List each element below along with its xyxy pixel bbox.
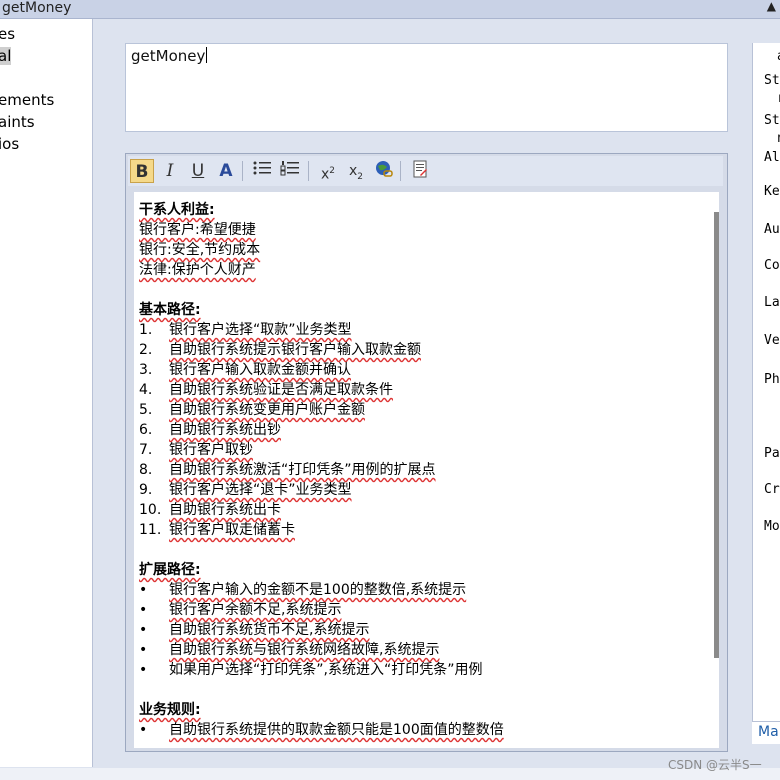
superscript-button[interactable]: x2 [316, 159, 340, 183]
property-label: Al [764, 150, 780, 165]
scroll-up-arrow-icon[interactable]: ▲ [767, 0, 776, 13]
numbered-list-icon [280, 161, 299, 176]
right-properties-panel: a St r St n Al Ke Au Co La Ve Ph Pa Cr M… [752, 43, 780, 743]
text-line: 银行客户:希望便捷 [139, 222, 256, 238]
stakeholders-heading: 干系人利益: [139, 202, 215, 218]
property-label: St [764, 73, 780, 88]
font-color-icon: A [219, 161, 233, 181]
subscript-mark: 2 [357, 171, 364, 182]
property-label: Cr [764, 482, 780, 497]
name-input[interactable]: getMoney [125, 43, 728, 132]
list-item: 1. 银行客户选择“取款”业务类型 [139, 322, 352, 338]
properties-tab[interactable]: Ma [752, 721, 780, 744]
basic-path-heading: 基本路径: [139, 302, 201, 318]
bullet-item: • 银行客户输入的金额不是100的整数倍,系统提示 [139, 582, 467, 598]
font-color-button[interactable]: A [214, 159, 238, 183]
toolbar-separator [400, 161, 401, 181]
tree-item[interactable]: ements [0, 91, 54, 109]
rich-text-editor: B I U A x2 x2 干系人利益: 银行客户:希望便捷 银行:安全,节约成… [125, 153, 728, 752]
watermark: CSDN @云半S一 [668, 758, 762, 772]
text-line: 银行:安全,节约成本 [139, 242, 261, 258]
list-item: 11. 银行客户取走储蓄卡 [139, 522, 295, 538]
list-item: 3. 银行客户输入取款金额并确认 [139, 362, 351, 378]
text-caret [206, 47, 208, 63]
text-line: 法律:保护个人财产 [139, 262, 256, 278]
name-input-value: getMoney [131, 47, 208, 65]
globe-link-icon [376, 161, 393, 177]
left-tree-panel: es al ements aints ios [0, 19, 93, 767]
list-item: 2. 自助银行系统提示银行客户输入取款金额 [139, 342, 421, 358]
property-label: Ve [764, 333, 780, 348]
property-label: Ph [764, 372, 780, 387]
numbered-list-button[interactable] [278, 159, 302, 183]
tree-item-selected[interactable]: al [0, 47, 12, 65]
list-item: 8. 自助银行系统激活“打印凭条”用例的扩展点 [139, 462, 436, 478]
insert-link-button[interactable] [372, 159, 396, 183]
tree-item[interactable]: aints [0, 113, 35, 131]
property-label: Co [764, 258, 780, 273]
list-item: 9. 银行客户选择“退卡”业务类型 [139, 482, 352, 498]
subscript-button[interactable]: x2 [344, 159, 368, 183]
rules-heading: 业务规则: [139, 702, 201, 718]
superscript-mark: 2 [329, 166, 336, 176]
tree-item[interactable]: es [0, 25, 15, 43]
bulleted-list-button[interactable] [250, 159, 274, 183]
editor-content[interactable]: 干系人利益: 银行客户:希望便捷 银行:安全,节约成本 法律:保护个人财产 基本… [134, 192, 719, 748]
list-item: 4. 自助银行系统验证是否满足取款条件 [139, 382, 393, 398]
property-label: Ke [764, 184, 780, 199]
bullet-item: • 如果用户选择“打印凭条”,系统进入“打印凭条”用例 [139, 662, 483, 678]
bullet-item: • 自助银行系统货币不足,系统提示 [139, 622, 370, 638]
bullet-item: • 自助银行系统与银行系统网络故障,系统提示 [139, 642, 440, 658]
property-label: Au [764, 222, 780, 237]
property-label: St [764, 113, 780, 128]
document-edit-icon [413, 160, 427, 178]
property-label: Pa [764, 446, 780, 461]
status-strip [0, 768, 780, 780]
bulleted-list-icon [253, 161, 271, 175]
list-item: 5. 自助银行系统变更用户账户金额 [139, 402, 365, 418]
property-label: La [764, 295, 780, 310]
bullet-item: • 银行客户余额不足,系统提示 [139, 602, 342, 618]
property-label: Mo [764, 519, 780, 534]
extension-heading: 扩展路径: [139, 562, 201, 578]
editor-toolbar: B I U A x2 x2 [128, 156, 723, 186]
bold-button[interactable]: B [130, 159, 154, 183]
tree-item[interactable]: ios [0, 135, 19, 153]
window-title-bar: getMoney ▲ [0, 0, 780, 19]
list-item: 6. 自助银行系统出钞 [139, 422, 281, 438]
window-title: getMoney [2, 0, 72, 16]
editor-scrollbar[interactable] [714, 212, 719, 658]
list-item: 10. 自助银行系统出卡 [139, 502, 281, 518]
italic-button[interactable]: I [158, 159, 182, 183]
bullet-item: • 自助银行系统提供的取款金额只能是100面值的整数倍 [139, 722, 504, 738]
toolbar-separator [308, 161, 309, 181]
document-button[interactable] [408, 159, 432, 183]
list-item: 7. 银行客户取钞 [139, 442, 253, 458]
toolbar-separator [242, 161, 243, 181]
underline-button[interactable]: U [186, 159, 210, 183]
